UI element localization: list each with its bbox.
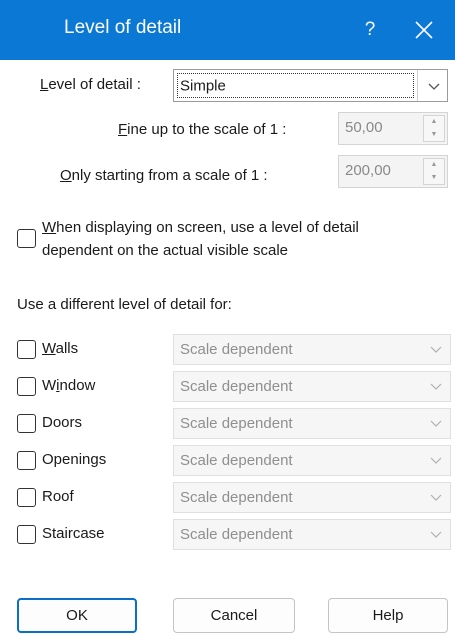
screen-scale-label-line1[interactable]: When displaying on screen, use a level o… [42,219,359,236]
focus-rect [177,73,414,98]
row-checkbox[interactable] [17,414,36,433]
row-level-select[interactable]: Scale dependent [173,371,451,402]
row-level-select[interactable]: Scale dependent [173,408,451,439]
fine-scale-value: 50,00 [345,119,383,136]
row-level-value: Scale dependent [180,415,293,432]
close-icon [415,21,433,39]
combo-divider [417,70,418,101]
chevron-down-icon [430,531,442,538]
fine-scale-spinner[interactable]: 50,00 ▲ ▼ [338,112,448,145]
starting-scale-label: Only starting from a scale of 1 : [60,167,268,184]
ok-button[interactable]: OK [17,598,137,633]
row-checkbox[interactable] [17,451,36,470]
chevron-down-icon [430,457,442,464]
starting-scale-value: 200,00 [345,162,391,179]
help-question-button[interactable]: ? [350,10,390,50]
row-level-select[interactable]: Scale dependent [173,445,451,476]
starting-scale-spin-buttons: ▲ ▼ [423,158,445,185]
row-checkbox[interactable] [17,488,36,507]
row-checkbox[interactable] [17,525,36,544]
help-button[interactable]: Help [328,598,448,633]
row-label[interactable]: Window [42,377,95,394]
row-label[interactable]: Staircase [42,525,105,542]
fine-scale-spin-buttons: ▲ ▼ [423,115,445,142]
spin-down-icon[interactable]: ▼ [424,129,444,141]
screen-scale-checkbox[interactable] [17,229,36,248]
row-level-select[interactable]: Scale dependent [173,482,451,513]
cancel-button[interactable]: Cancel [173,598,295,633]
row-checkbox[interactable] [17,340,36,359]
row-checkbox[interactable] [17,377,36,396]
fine-scale-label: Fine up to the scale of 1 : [118,121,287,138]
dialog-title: Level of detail [64,17,182,38]
row-label[interactable]: Openings [42,451,106,468]
different-level-heading: Use a different level of detail for: [17,296,232,313]
chevron-down-icon [428,83,440,90]
row-level-value: Scale dependent [180,526,293,543]
row-label[interactable]: Doors [42,414,82,431]
row-level-value: Scale dependent [180,452,293,469]
chevron-down-icon [430,383,442,390]
row-level-value: Scale dependent [180,341,293,358]
spin-up-icon[interactable]: ▲ [424,116,444,128]
spin-up-icon[interactable]: ▲ [424,159,444,171]
close-button[interactable] [404,10,444,50]
row-level-select[interactable]: Scale dependent [173,519,451,550]
title-bar: Level of detail ? [0,0,455,60]
screen-scale-label-line2[interactable]: dependent on the actual visible scale [42,242,288,259]
row-level-select[interactable]: Scale dependent [173,334,451,365]
starting-scale-spinner[interactable]: 200,00 ▲ ▼ [338,155,448,188]
row-label[interactable]: Walls [42,340,78,357]
chevron-down-icon [430,346,442,353]
chevron-down-icon [430,420,442,427]
row-level-value: Scale dependent [180,489,293,506]
level-of-detail-select[interactable]: Simple [173,69,448,102]
row-label[interactable]: Roof [42,488,74,505]
row-level-value: Scale dependent [180,378,293,395]
chevron-down-icon [430,494,442,501]
spin-down-icon[interactable]: ▼ [424,172,444,184]
level-of-detail-label: Level of detail : [40,76,141,93]
